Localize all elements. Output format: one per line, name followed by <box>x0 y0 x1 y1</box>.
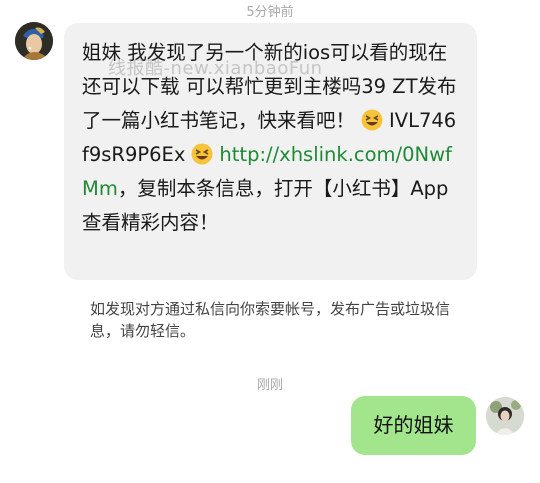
timestamp-5min: 5分钟前 <box>246 5 294 20</box>
user-photo-icon <box>486 397 524 435</box>
incoming-message-bubble[interactable]: 姐妹 我发现了另一个新的ios可以看的现在还可以下载 可以帮忙更到主楼吗39 Z… <box>64 23 477 280</box>
timestamp-just-now: 刚刚 <box>256 378 283 393</box>
grinning-squinting-face-emoji-icon <box>191 142 213 165</box>
user-avatar[interactable] <box>486 397 524 435</box>
security-notice: 如发现对方通过私信向你索要帐号，发布广告或垃圾信息，请勿轻信。 <box>90 300 451 340</box>
girl-with-pearl-earring-icon <box>15 22 53 60</box>
grinning-squinting-face-emoji-icon <box>361 108 383 131</box>
sender-avatar[interactable] <box>15 22 53 60</box>
outgoing-message-bubble[interactable]: 好的姐妹 <box>351 396 476 455</box>
message-text-tail: ，复制本条信息，打开【小红书】App查看精彩内容！ <box>82 177 449 234</box>
outgoing-message-text: 好的姐妹 <box>373 413 454 437</box>
